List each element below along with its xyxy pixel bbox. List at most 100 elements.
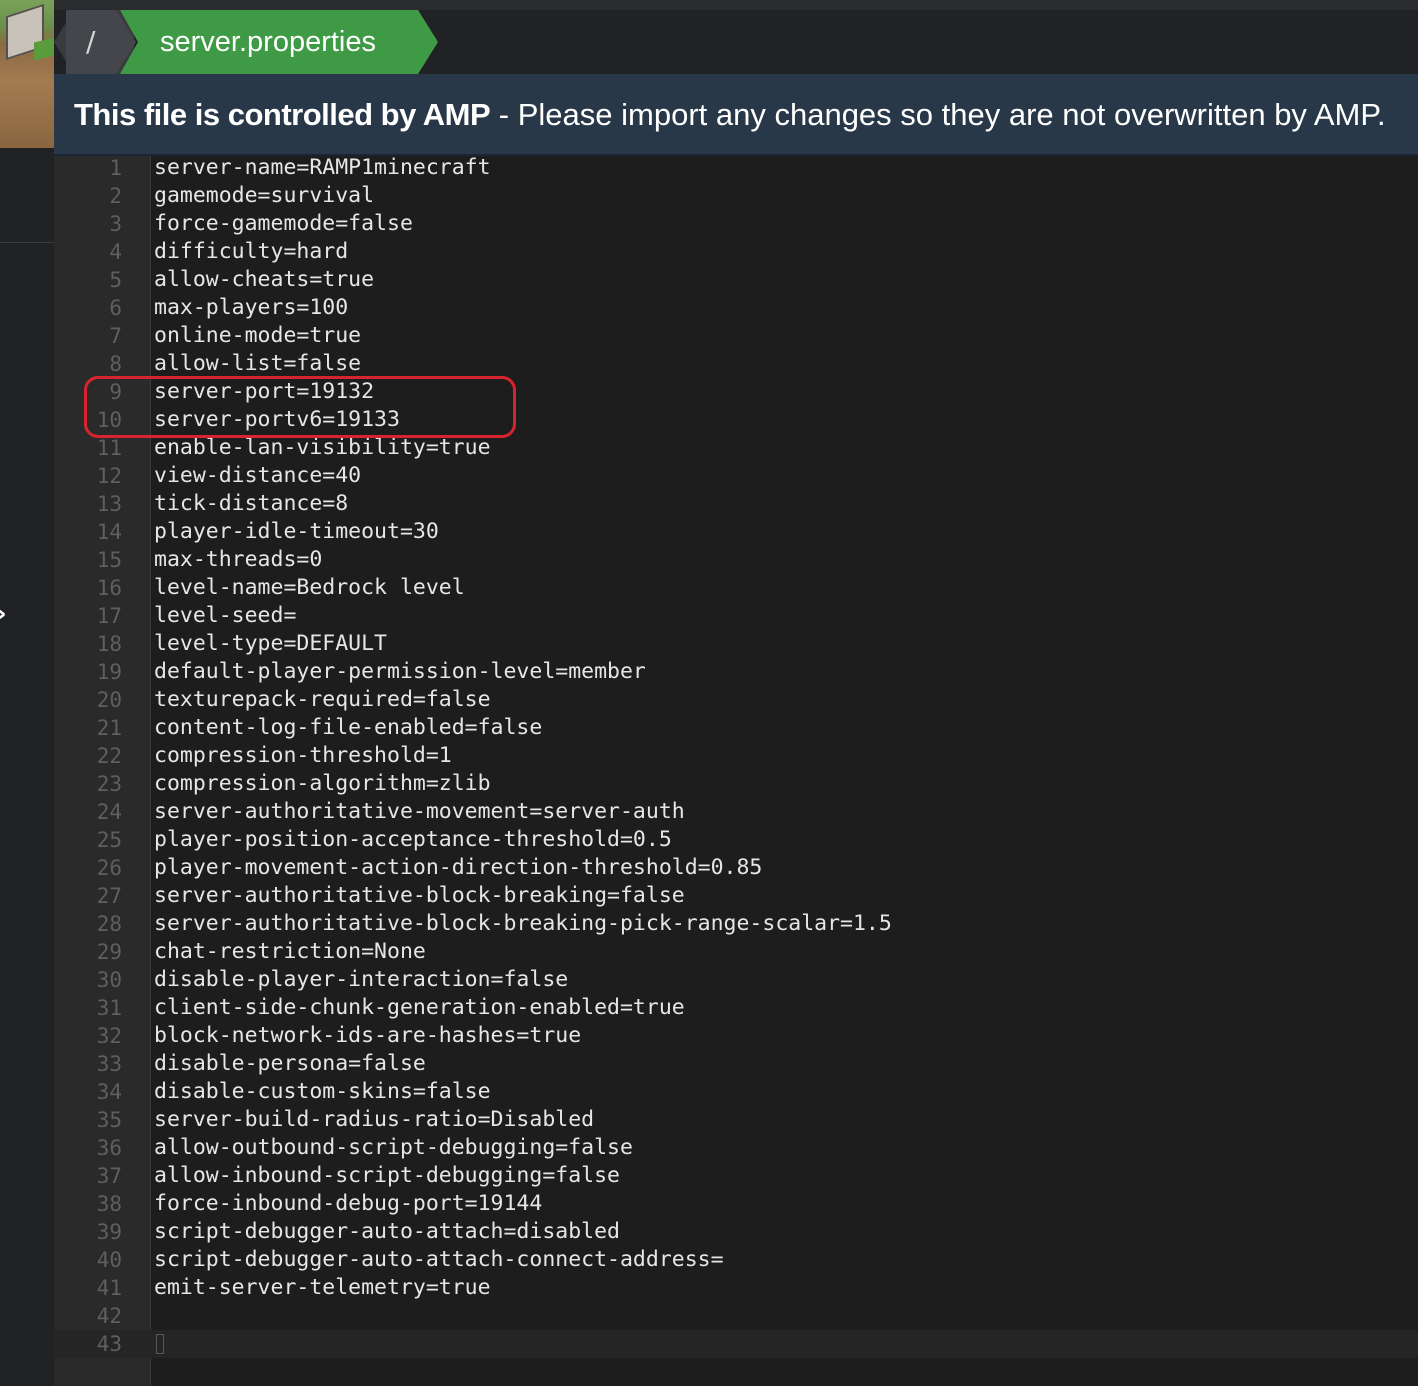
line-text[interactable]: compression-threshold=1 [154, 742, 452, 770]
line-text[interactable]: disable-player-interaction=false [154, 966, 568, 994]
line-text[interactable]: disable-custom-skins=false [154, 1078, 491, 1106]
line-number: 27 [96, 884, 122, 908]
editor-line[interactable]: 30 disable-player-interaction=false [54, 966, 1418, 994]
editor-line[interactable]: 34 disable-custom-skins=false [54, 1078, 1418, 1106]
editor-line[interactable]: 42 [54, 1302, 1418, 1330]
line-text[interactable]: gamemode=survival [154, 182, 374, 210]
line-number: 4 [109, 240, 122, 264]
line-text[interactable]: server-authoritative-movement=server-aut… [154, 798, 685, 826]
line-text[interactable]: allow-cheats=true [154, 266, 374, 294]
line-text[interactable]: tick-distance=8 [154, 490, 348, 518]
line-text[interactable]: server-authoritative-block-breaking=fals… [154, 882, 685, 910]
editor-line[interactable]: 24 server-authoritative-movement=server-a… [54, 798, 1418, 826]
editor-line[interactable]: 43 [54, 1330, 1418, 1358]
editor-line[interactable]: 31 client-side-chunk-generation-enabled=t… [54, 994, 1418, 1022]
line-number: 41 [96, 1276, 122, 1300]
editor-line[interactable]: 3 force-gamemode=false [54, 210, 1418, 238]
editor-line[interactable]: 35 server-build-radius-ratio=Disabled [54, 1106, 1418, 1134]
editor-line[interactable]: 4 difficulty=hard [54, 238, 1418, 266]
line-number: 43 [96, 1332, 122, 1356]
line-text[interactable]: script-debugger-auto-attach=disabled [154, 1218, 620, 1246]
line-text[interactable]: force-gamemode=false [154, 210, 413, 238]
line-text[interactable]: view-distance=40 [154, 462, 361, 490]
line-number: 28 [96, 912, 122, 936]
editor-line[interactable]: 16 level-name=Bedrock level [54, 574, 1418, 602]
editor-line[interactable]: 6 max-players=100 [54, 294, 1418, 322]
editor-line[interactable]: 32 block-network-ids-are-hashes=true [54, 1022, 1418, 1050]
editor-line[interactable]: 38 force-inbound-debug-port=19144 [54, 1190, 1418, 1218]
line-text[interactable]: allow-inbound-script-debugging=false [154, 1162, 620, 1190]
line-text[interactable]: online-mode=true [154, 322, 361, 350]
editor-line[interactable]: 8 allow-list=false [54, 350, 1418, 378]
editor-line[interactable]: 2 gamemode=survival [54, 182, 1418, 210]
line-text[interactable]: max-threads=0 [154, 546, 322, 574]
line-text[interactable]: server-authoritative-block-breaking-pick… [154, 910, 892, 938]
editor-line[interactable]: 17 level-seed= [54, 602, 1418, 630]
chevron-right-icon[interactable]: › [0, 600, 12, 628]
editor-line[interactable]: 18 level-type=DEFAULT [54, 630, 1418, 658]
line-text[interactable]: server-build-radius-ratio=Disabled [154, 1106, 594, 1134]
line-text[interactable]: player-idle-timeout=30 [154, 518, 439, 546]
line-number: 2 [109, 184, 122, 208]
editor-line[interactable]: 33 disable-persona=false [54, 1050, 1418, 1078]
editor-line[interactable]: 40 script-debugger-auto-attach-connect-ad… [54, 1246, 1418, 1274]
line-text[interactable]: allow-list=false [154, 350, 361, 378]
editor-line[interactable]: 11 enable-lan-visibility=true [54, 434, 1418, 462]
line-text[interactable]: texturepack-required=false [154, 686, 491, 714]
line-text[interactable]: difficulty=hard [154, 238, 348, 266]
line-text[interactable]: level-seed= [154, 602, 296, 630]
line-text[interactable]: player-movement-action-direction-thresho… [154, 854, 762, 882]
line-text[interactable]: disable-persona=false [154, 1050, 426, 1078]
line-text[interactable]: allow-outbound-script-debugging=false [154, 1134, 633, 1162]
server-avatar[interactable] [0, 0, 54, 148]
editor-line[interactable]: 15 max-threads=0 [54, 546, 1418, 574]
editor-line[interactable]: 7 online-mode=true [54, 322, 1418, 350]
editor-line[interactable]: 27 server-authoritative-block-breaking=fa… [54, 882, 1418, 910]
editor-line[interactable]: 26 player-movement-action-direction-thres… [54, 854, 1418, 882]
editor-line[interactable]: 12 view-distance=40 [54, 462, 1418, 490]
line-text[interactable]: block-network-ids-are-hashes=true [154, 1022, 581, 1050]
breadcrumb-root-label[interactable]: / [86, 22, 95, 62]
editor-line[interactable]: 39 script-debugger-auto-attach=disabled [54, 1218, 1418, 1246]
line-text[interactable]: enable-lan-visibility=true [154, 434, 491, 462]
line-text[interactable]: level-type=DEFAULT [154, 630, 387, 658]
line-number: 12 [96, 464, 122, 488]
line-text[interactable]: server-name=RAMP1minecraft [154, 154, 491, 182]
editor-line[interactable]: 28 server-authoritative-block-breaking-pi… [54, 910, 1418, 938]
editor-line[interactable]: 5 allow-cheats=true [54, 266, 1418, 294]
breadcrumb-file-label[interactable]: server.properties [160, 22, 376, 62]
editor-line[interactable]: 21 content-log-file-enabled=false [54, 714, 1418, 742]
line-number: 30 [96, 968, 122, 992]
editor-line[interactable]: 13 tick-distance=8 [54, 490, 1418, 518]
editor-line[interactable]: 22 compression-threshold=1 [54, 742, 1418, 770]
line-text[interactable]: max-players=100 [154, 294, 348, 322]
line-text[interactable]: content-log-file-enabled=false [154, 714, 542, 742]
editor-line[interactable]: 23 compression-algorithm=zlib [54, 770, 1418, 798]
editor-lines[interactable]: 1 server-name=RAMP1minecraft 2 gamemode=sur… [54, 154, 1418, 1358]
line-text[interactable]: compression-algorithm=zlib [154, 770, 491, 798]
line-text[interactable]: script-debugger-auto-attach-connect-addr… [154, 1246, 724, 1274]
line-text[interactable]: emit-server-telemetry=true [154, 1274, 491, 1302]
editor-line[interactable]: 37 allow-inbound-script-debugging=false [54, 1162, 1418, 1190]
avatar-grass-shape [34, 37, 54, 61]
editor-line[interactable]: 14 player-idle-timeout=30 [54, 518, 1418, 546]
line-number: 11 [96, 436, 122, 460]
editor-line[interactable]: 25 player-position-acceptance-threshold=0… [54, 826, 1418, 854]
line-number: 8 [109, 352, 122, 376]
editor-line[interactable]: 36 allow-outbound-script-debugging=false [54, 1134, 1418, 1162]
editor-line[interactable]: 29 chat-restriction=None [54, 938, 1418, 966]
line-text[interactable]: player-position-acceptance-threshold=0.5 [154, 826, 672, 854]
line-text[interactable]: client-side-chunk-generation-enabled=tru… [154, 994, 685, 1022]
line-text[interactable]: force-inbound-debug-port=19144 [154, 1190, 542, 1218]
editor-line[interactable]: 1 server-name=RAMP1minecraft [54, 154, 1418, 182]
editor-line[interactable]: 20 texturepack-required=false [54, 686, 1418, 714]
line-text[interactable]: default-player-permission-level=member [154, 658, 646, 686]
editor-line[interactable]: 19 default-player-permission-level=member [54, 658, 1418, 686]
line-text[interactable]: level-name=Bedrock level [154, 574, 465, 602]
line-number: 15 [96, 548, 122, 572]
editor-line[interactable]: 41 emit-server-telemetry=true [54, 1274, 1418, 1302]
line-text[interactable]: chat-restriction=None [154, 938, 426, 966]
line-number: 39 [96, 1220, 122, 1244]
line-number: 1 [109, 156, 122, 180]
line-number: 5 [109, 268, 122, 292]
